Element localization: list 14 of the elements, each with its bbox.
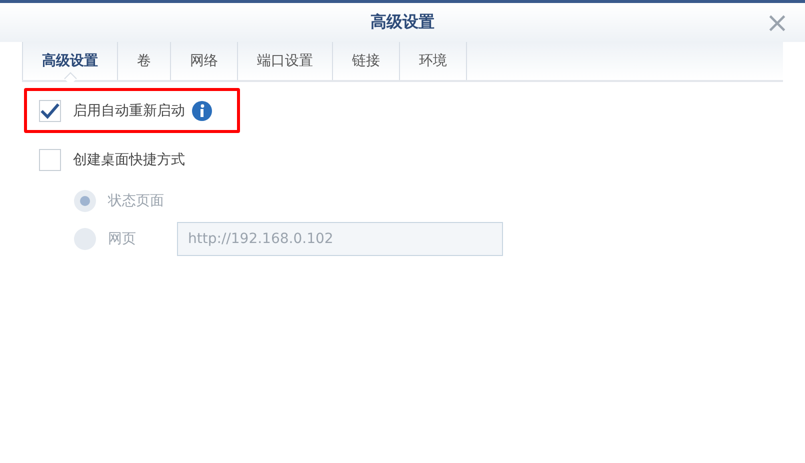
- tab[interactable]: 高级设置: [22, 42, 117, 80]
- option-label: 启用自动重新启动: [73, 102, 185, 120]
- radio-label: 状态页面: [108, 192, 164, 210]
- option-label: 创建桌面快捷方式: [73, 150, 185, 168]
- tab[interactable]: 端口设置: [237, 42, 332, 80]
- window-title: 高级设置: [370, 12, 434, 33]
- tab[interactable]: 链接: [332, 42, 399, 80]
- checkbox[interactable]: [39, 148, 61, 170]
- tab[interactable]: 环境: [399, 42, 467, 80]
- checkbox[interactable]: [39, 100, 61, 122]
- tab[interactable]: 卷: [117, 42, 170, 80]
- radio-label: 网页: [108, 230, 136, 248]
- info-icon[interactable]: [191, 100, 213, 122]
- tab[interactable]: 网络: [170, 42, 237, 80]
